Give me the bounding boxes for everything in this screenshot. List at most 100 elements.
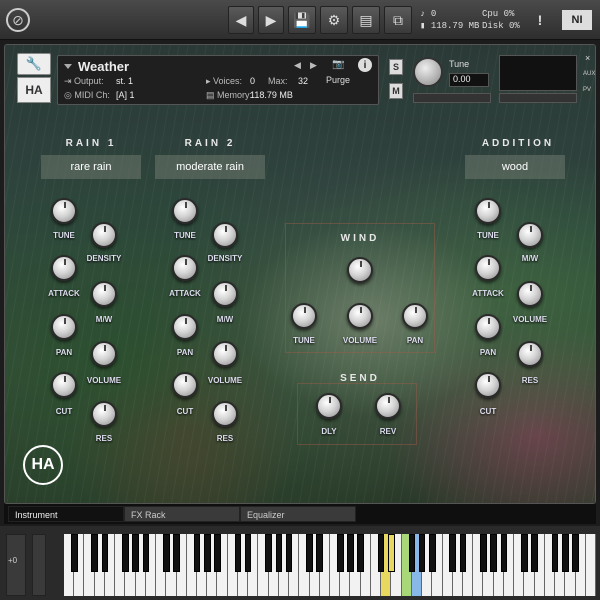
ni-logo[interactable]: NI	[562, 10, 592, 30]
rain1-tune-knob[interactable]	[51, 198, 77, 224]
black-key[interactable]	[214, 534, 221, 572]
rain2-mw-knob[interactable]	[212, 281, 238, 307]
purge-dropdown[interactable]: Purge	[326, 75, 350, 85]
black-key[interactable]	[265, 534, 272, 572]
volume-slider[interactable]	[499, 93, 577, 103]
black-key[interactable]	[244, 534, 252, 572]
rain2-cut-knob[interactable]	[172, 372, 198, 398]
black-key[interactable]	[336, 534, 344, 572]
addition-tune-knob[interactable]	[475, 198, 501, 224]
resize-icon[interactable]: ⧉	[384, 6, 412, 34]
kontakt-logo-icon[interactable]: ⊘	[6, 8, 30, 32]
alert-icon[interactable]: !	[528, 6, 552, 34]
master-tune-knob[interactable]	[413, 57, 443, 87]
black-key[interactable]	[572, 534, 579, 572]
black-key[interactable]	[306, 534, 313, 572]
black-key[interactable]	[173, 534, 180, 572]
rain1-volume-knob[interactable]	[91, 341, 117, 367]
mute-button[interactable]: M	[389, 83, 403, 99]
black-key[interactable]	[122, 534, 129, 572]
black-key[interactable]	[142, 534, 150, 572]
rain1-mw-knob[interactable]	[91, 281, 117, 307]
wind-volume-knob[interactable]	[347, 303, 373, 329]
rain1-res-knob[interactable]	[91, 401, 117, 427]
instrument-name[interactable]: Weather	[78, 59, 129, 74]
addition-res-knob[interactable]	[517, 341, 543, 367]
black-key[interactable]	[203, 534, 211, 572]
solo-button[interactable]: S	[389, 59, 403, 75]
info-icon[interactable]: i	[358, 58, 372, 72]
output-value[interactable]: st. 1	[116, 76, 133, 86]
black-key[interactable]	[316, 534, 324, 572]
midi-channel-value[interactable]: [A] 1	[116, 90, 135, 100]
rain2-res-knob[interactable]	[212, 401, 238, 427]
black-key[interactable]	[449, 534, 457, 572]
prev-instrument-button[interactable]: ◀	[228, 6, 254, 34]
wind-tune-knob[interactable]	[291, 303, 317, 329]
piano-keyboard[interactable]	[64, 534, 596, 596]
rain1-pan-knob[interactable]	[51, 314, 77, 340]
rain2-preset-selector[interactable]: moderate rain	[155, 155, 265, 179]
black-key[interactable]	[388, 534, 395, 572]
wrench-icon[interactable]: 🔧	[17, 53, 51, 75]
black-key[interactable]	[234, 534, 242, 572]
view-icon[interactable]: ▤	[352, 6, 380, 34]
black-key[interactable]	[285, 534, 293, 572]
rain2-tune-knob[interactable]	[172, 198, 198, 224]
pv-button[interactable]: PV	[583, 87, 591, 93]
send-reverb-knob[interactable]	[375, 393, 401, 419]
black-key[interactable]	[275, 534, 283, 572]
black-key[interactable]	[101, 534, 109, 572]
black-key[interactable]	[429, 534, 436, 572]
black-key[interactable]	[132, 534, 139, 572]
ha-logo-small[interactable]: HA	[17, 77, 51, 103]
rain1-preset-selector[interactable]: rare rain	[41, 155, 141, 179]
addition-mw-knob[interactable]	[517, 222, 543, 248]
gear-icon[interactable]: ⚙	[320, 6, 348, 34]
black-key[interactable]	[91, 534, 98, 572]
collapse-icon[interactable]	[64, 64, 72, 69]
next-preset-icon[interactable]: ▶	[310, 60, 317, 71]
rain2-density-knob[interactable]	[212, 222, 238, 248]
white-key[interactable]	[585, 534, 596, 596]
black-key[interactable]	[459, 534, 467, 572]
close-icon[interactable]: ×	[585, 53, 590, 63]
black-key[interactable]	[490, 534, 497, 572]
save-icon[interactable]: 💾	[288, 6, 316, 34]
black-key[interactable]	[357, 534, 364, 572]
black-key[interactable]	[521, 534, 528, 572]
black-key[interactable]	[70, 534, 78, 572]
black-key[interactable]	[408, 534, 416, 572]
tune-value[interactable]: 0.00	[449, 73, 489, 87]
tab-instrument[interactable]: Instrument	[8, 506, 124, 522]
black-key[interactable]	[347, 534, 354, 572]
black-key[interactable]	[163, 534, 170, 572]
next-instrument-button[interactable]: ▶	[258, 6, 284, 34]
pitch-bend-wheel[interactable]	[6, 534, 26, 596]
black-key[interactable]	[377, 534, 385, 572]
black-key[interactable]	[531, 534, 538, 572]
camera-icon[interactable]: 📷	[332, 59, 348, 71]
rain2-volume-knob[interactable]	[212, 341, 238, 367]
rain2-attack-knob[interactable]	[172, 255, 198, 281]
wind-main-knob[interactable]	[347, 257, 373, 283]
tab-fx-rack[interactable]: FX Rack	[124, 506, 240, 522]
max-voices-value[interactable]: 32	[298, 76, 308, 86]
black-key[interactable]	[500, 534, 508, 572]
addition-preset-selector[interactable]: wood	[465, 155, 565, 179]
rain2-pan-knob[interactable]	[172, 314, 198, 340]
addition-pan-knob[interactable]	[475, 314, 501, 340]
black-key[interactable]	[480, 534, 487, 572]
addition-volume-knob[interactable]	[517, 281, 543, 307]
black-key[interactable]	[193, 534, 201, 572]
wind-pan-knob[interactable]	[402, 303, 428, 329]
mod-wheel[interactable]	[32, 534, 46, 596]
aux-button[interactable]: AUX	[583, 71, 595, 77]
prev-preset-icon[interactable]: ◀	[294, 60, 301, 71]
black-key[interactable]	[562, 534, 569, 572]
rain1-attack-knob[interactable]	[51, 255, 77, 281]
rain1-cut-knob[interactable]	[51, 372, 77, 398]
addition-attack-knob[interactable]	[475, 255, 501, 281]
tab-equalizer[interactable]: Equalizer	[240, 506, 356, 522]
send-delay-knob[interactable]	[316, 393, 342, 419]
